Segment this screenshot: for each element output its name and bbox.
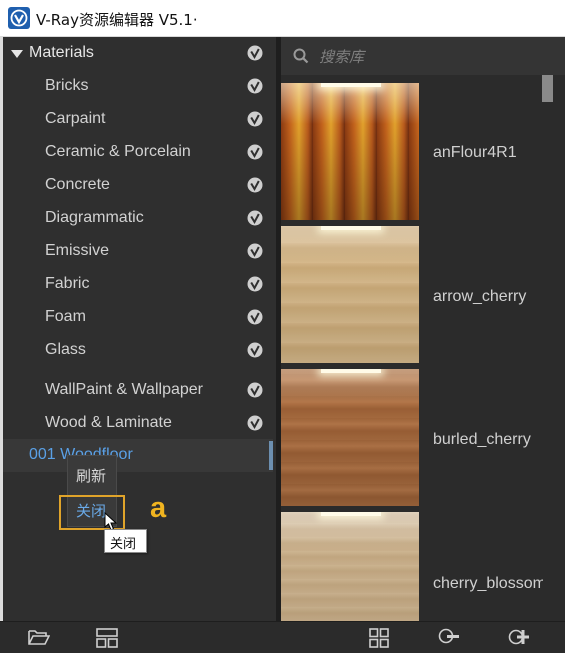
material-label[interactable]: anFlour4R1 xyxy=(433,144,543,162)
bottom-toolbar xyxy=(0,621,565,653)
tree-item-glass[interactable]: Glass xyxy=(3,334,273,367)
vray-check-icon xyxy=(247,78,263,94)
tree-item-woodfloor-selected[interactable]: 001 Woodfloor xyxy=(3,439,273,472)
thumbnail-light xyxy=(321,512,381,516)
vray-check-icon xyxy=(247,342,263,358)
open-folder-icon[interactable] xyxy=(28,628,51,651)
scrollbar-thumb[interactable] xyxy=(542,75,553,102)
tree-root-label: Materials xyxy=(29,44,94,61)
vray-check-icon xyxy=(247,309,263,325)
menu-item-refresh[interactable]: 刷新 xyxy=(76,465,106,486)
thumbnail-light xyxy=(321,369,381,373)
tree-item-ceramic-porcelain[interactable]: Ceramic & Porcelain xyxy=(3,136,273,169)
grid-view-icon[interactable] xyxy=(369,628,389,653)
thumbnail-light xyxy=(321,226,381,230)
material-thumbnail[interactable] xyxy=(281,512,419,621)
tooltip: 关闭 xyxy=(104,529,147,553)
remove-asset-icon[interactable] xyxy=(438,628,460,651)
thumbnail-light xyxy=(321,83,381,87)
vray-check-icon xyxy=(247,382,263,398)
vray-check-icon xyxy=(247,111,263,127)
tree-item-label: Wood & Laminate xyxy=(45,414,172,431)
layout-toggle-icon[interactable] xyxy=(96,628,118,653)
tree-root-materials[interactable]: Materials xyxy=(3,37,273,70)
vray-check-icon xyxy=(247,177,263,193)
tree-item-diagrammatic[interactable]: Diagrammatic xyxy=(3,202,273,235)
tree-item-emissive[interactable]: Emissive xyxy=(3,235,273,268)
tree-item-label: Fabric xyxy=(45,275,90,292)
material-thumbnail[interactable] xyxy=(281,369,419,506)
vray-check-icon xyxy=(247,210,263,226)
vray-check-icon xyxy=(247,144,263,160)
tree-item-label: WallPaint & Wallpaper xyxy=(45,381,203,398)
vray-logo-icon xyxy=(8,7,30,29)
tree-item-label: Concrete xyxy=(45,176,110,193)
vray-check-icon xyxy=(247,45,263,61)
vray-check-icon xyxy=(247,415,263,431)
tree-item-bricks[interactable]: Bricks xyxy=(3,70,273,103)
selection-indicator xyxy=(269,441,273,470)
search-bar xyxy=(281,37,565,75)
tree-item-foam[interactable]: Foam xyxy=(3,301,273,334)
tree-item-label: Carpaint xyxy=(45,110,106,127)
material-label[interactable]: cherry_blossom xyxy=(433,575,543,593)
search-icon xyxy=(293,48,309,69)
tree-item-wallpaint-wallpaper[interactable]: WallPaint & Wallpaper xyxy=(3,374,273,407)
vray-check-icon xyxy=(247,276,263,292)
window-title: V-Ray资源编辑器 V5.1· xyxy=(36,11,198,29)
material-thumbnail[interactable] xyxy=(281,83,419,220)
material-thumbnail[interactable] xyxy=(281,226,419,363)
vray-check-icon xyxy=(247,243,263,259)
tree-item-label: Glass xyxy=(45,341,86,358)
material-label[interactable]: burled_cherry xyxy=(433,431,543,449)
tree-item-label: Ceramic & Porcelain xyxy=(45,143,191,160)
add-asset-icon[interactable] xyxy=(508,628,530,653)
annotation-label: a xyxy=(150,492,167,524)
tree-item-wood-laminate[interactable]: Wood & Laminate xyxy=(3,407,273,440)
tree-item-label: Emissive xyxy=(45,242,110,259)
tree-item-label: Diagrammatic xyxy=(45,209,144,226)
tree-item-fabric[interactable]: Fabric xyxy=(3,268,273,301)
expand-arrow-icon[interactable] xyxy=(11,50,23,58)
title-bar: V-Ray资源编辑器 V5.1· xyxy=(0,0,565,37)
tree-item-label: Bricks xyxy=(45,77,89,94)
search-input[interactable] xyxy=(317,45,541,69)
tree-item-concrete[interactable]: Concrete xyxy=(3,169,273,202)
tree-item-carpaint[interactable]: Carpaint xyxy=(3,103,273,136)
material-label[interactable]: arrow_cherry xyxy=(433,288,543,306)
tree-item-label: Foam xyxy=(45,308,86,325)
